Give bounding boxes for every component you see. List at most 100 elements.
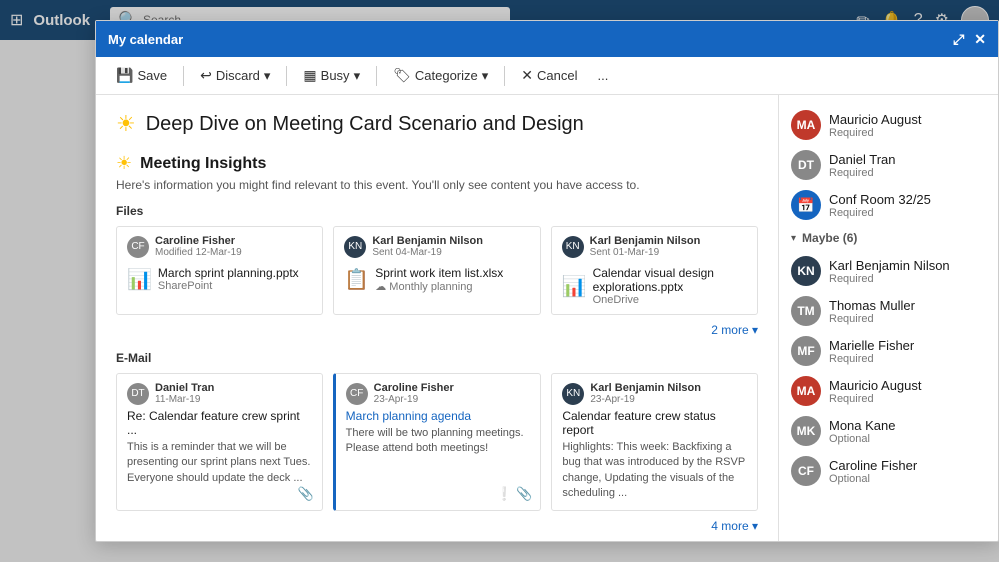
modal-titlebar: My calendar ⤢ ✕ [96, 21, 998, 57]
email-avatar-0: DT [127, 383, 149, 405]
email-card-1-header: CF Caroline Fisher 23-Apr-19 [346, 382, 531, 405]
email-card-0-icons: 📎 [297, 486, 313, 502]
file-card-0[interactable]: CF Caroline Fisher Modified 12-Mar-19 📊 … [116, 226, 323, 315]
busy-button[interactable]: ▦ Busy ▾ [295, 63, 368, 88]
email-card-2[interactable]: KN Karl Benjamin Nilson 23-Apr-19 Calend… [551, 373, 758, 511]
maybe-chevron-icon: ▾ [791, 233, 796, 244]
file-card-2-person: Karl Benjamin Nilson [590, 235, 701, 247]
attendee-maybe-4[interactable]: MK Mona Kane Optional [779, 411, 998, 451]
files-more-link[interactable]: 2 more ▾ [116, 323, 758, 337]
file-card-2-header: KN Karl Benjamin Nilson Sent 01-Mar-19 [562, 235, 747, 258]
attendee-maybe-5[interactable]: CF Caroline Fisher Optional [779, 451, 998, 491]
attendee-maybe-0[interactable]: KN Karl Benjamin Nilson Required [779, 251, 998, 291]
file-card-1-header: KN Karl Benjamin Nilson Sent 04-Mar-19 [344, 235, 529, 258]
meeting-insights-header: ☀ Meeting Insights [116, 153, 758, 174]
busy-icon: ▦ [303, 67, 316, 84]
modal-right-panel: MA Mauricio August Required DT Daniel Tr… [778, 95, 998, 541]
maybe-header[interactable]: ▾ Maybe (6) [779, 225, 998, 251]
toolbar-divider-4 [504, 66, 505, 86]
close-icon[interactable]: ✕ [974, 31, 986, 48]
attendee-maybe-role-3: Required [829, 393, 986, 405]
email-avatar-2: KN [562, 383, 584, 405]
email-subject-2: Calendar feature crew status report [562, 409, 747, 437]
cancel-button[interactable]: ✕ Cancel [513, 63, 585, 88]
file-name-0: March sprint planning.pptx [158, 266, 299, 280]
discard-button[interactable]: ↩ Discard ▾ [192, 63, 278, 88]
attendee-maybe-role-1: Required [829, 313, 986, 325]
email-preview-1: There will be two planning meetings. Ple… [346, 426, 531, 457]
categorize-chevron-icon: ▾ [482, 68, 489, 84]
attendee-maybe-name-4: Mona Kane [829, 418, 986, 433]
attendee-maybe-name-5: Caroline Fisher [829, 458, 986, 473]
attendee-maybe-1[interactable]: TM Thomas Muller Required [779, 291, 998, 331]
file-card-0-header: CF Caroline Fisher Modified 12-Mar-19 [127, 235, 312, 258]
modal-title-actions: ⤢ ✕ [953, 31, 986, 48]
attendee-maybe-info-0: Karl Benjamin Nilson Required [829, 258, 986, 285]
event-title-row: ☀ Deep Dive on Meeting Card Scenario and… [116, 111, 758, 137]
save-button[interactable]: 💾 Save [108, 63, 175, 88]
email-card-1-icons: ❕ 📎 [496, 486, 532, 502]
pptx-icon-2: 📊 [562, 274, 587, 299]
file-source-2: OneDrive [593, 294, 747, 306]
attendee-maybe-avatar-5: CF [791, 456, 821, 486]
categorize-button[interactable]: 🏷 Categorize ▾ [385, 63, 496, 88]
attendee-required-1[interactable]: DT Daniel Tran Required [779, 145, 998, 185]
file-source-0: SharePoint [158, 280, 299, 292]
attendee-maybe-info-4: Mona Kane Optional [829, 418, 986, 445]
cancel-icon: ✕ [521, 67, 533, 84]
attendee-required-0[interactable]: MA Mauricio August Required [779, 105, 998, 145]
more-button[interactable]: ... [589, 64, 616, 87]
email-avatar-1: CF [346, 383, 368, 405]
files-grid: CF Caroline Fisher Modified 12-Mar-19 📊 … [116, 226, 758, 315]
file-name-2: Calendar visual design explorations.pptx [593, 266, 747, 294]
insights-icon: ☀ [116, 153, 132, 174]
popout-icon[interactable]: ⤢ [953, 31, 964, 48]
email-preview-2: Highlights: This week: Backfixing a bug … [562, 440, 747, 502]
file-card-0-content: 📊 March sprint planning.pptx SharePoint [127, 266, 312, 292]
important-icon-1: ❕ [496, 486, 512, 502]
file-card-1-avatar: KN [344, 236, 366, 258]
xlsx-icon-1: 📋 [344, 267, 369, 292]
attendee-info-2: Conf Room 32/25 Required [829, 192, 986, 219]
file-card-1[interactable]: KN Karl Benjamin Nilson Sent 04-Mar-19 📋… [333, 226, 540, 315]
attendee-maybe-role-5: Optional [829, 473, 986, 485]
modal-body: ☀ Deep Dive on Meeting Card Scenario and… [96, 95, 998, 541]
toolbar-divider-2 [286, 66, 287, 86]
email-label: E-Mail [116, 351, 758, 365]
file-card-2-date: Sent 01-Mar-19 [590, 247, 701, 258]
email-card-0[interactable]: DT Daniel Tran 11-Mar-19 Re: Calendar fe… [116, 373, 323, 511]
email-card-2-header: KN Karl Benjamin Nilson 23-Apr-19 [562, 382, 747, 405]
email-more-link[interactable]: 4 more ▾ [116, 519, 758, 533]
file-card-2-avatar: KN [562, 236, 584, 258]
event-modal: My calendar ⤢ ✕ 💾 Save ↩ Discard ▾ ▦ Bus… [95, 20, 999, 542]
attendee-name-1: Daniel Tran [829, 152, 986, 167]
attendee-info-1: Daniel Tran Required [829, 152, 986, 179]
attendee-maybe-info-5: Caroline Fisher Optional [829, 458, 986, 485]
attendee-maybe-name-0: Karl Benjamin Nilson [829, 258, 986, 273]
file-source-1: ☁ Monthly planning [375, 280, 503, 293]
attendee-avatar-1: DT [791, 150, 821, 180]
attendee-maybe-2[interactable]: MF Marielle Fisher Required [779, 331, 998, 371]
modal-main-content: ☀ Deep Dive on Meeting Card Scenario and… [96, 95, 778, 541]
modal-toolbar: 💾 Save ↩ Discard ▾ ▦ Busy ▾ 🏷 Categorize… [96, 57, 998, 95]
attendee-maybe-name-3: Mauricio August [829, 378, 986, 393]
email-card-1[interactable]: CF Caroline Fisher 23-Apr-19 March plann… [333, 373, 542, 511]
attendee-maybe-name-2: Marielle Fisher [829, 338, 986, 353]
email-subject-1: March planning agenda [346, 409, 531, 423]
attendee-role-1: Required [829, 167, 986, 179]
attachment-icon-1: 📎 [516, 486, 532, 502]
insights-title: Meeting Insights [140, 155, 266, 173]
file-card-2[interactable]: KN Karl Benjamin Nilson Sent 01-Mar-19 📊… [551, 226, 758, 315]
file-card-0-date: Modified 12-Mar-19 [155, 247, 242, 258]
save-icon: 💾 [116, 67, 133, 84]
toolbar-divider-3 [376, 66, 377, 86]
attendee-required-2[interactable]: 📅 Conf Room 32/25 Required [779, 185, 998, 225]
attendee-name-2: Conf Room 32/25 [829, 192, 986, 207]
attendee-maybe-info-3: Mauricio August Required [829, 378, 986, 405]
email-sender-2: Karl Benjamin Nilson [590, 382, 701, 394]
attendee-maybe-avatar-2: MF [791, 336, 821, 366]
attendee-maybe-3[interactable]: MA Mauricio August Required [779, 371, 998, 411]
email-preview-0: This is a reminder that we will be prese… [127, 440, 312, 486]
toolbar-divider-1 [183, 66, 184, 86]
file-name-1: Sprint work item list.xlsx [375, 266, 503, 280]
